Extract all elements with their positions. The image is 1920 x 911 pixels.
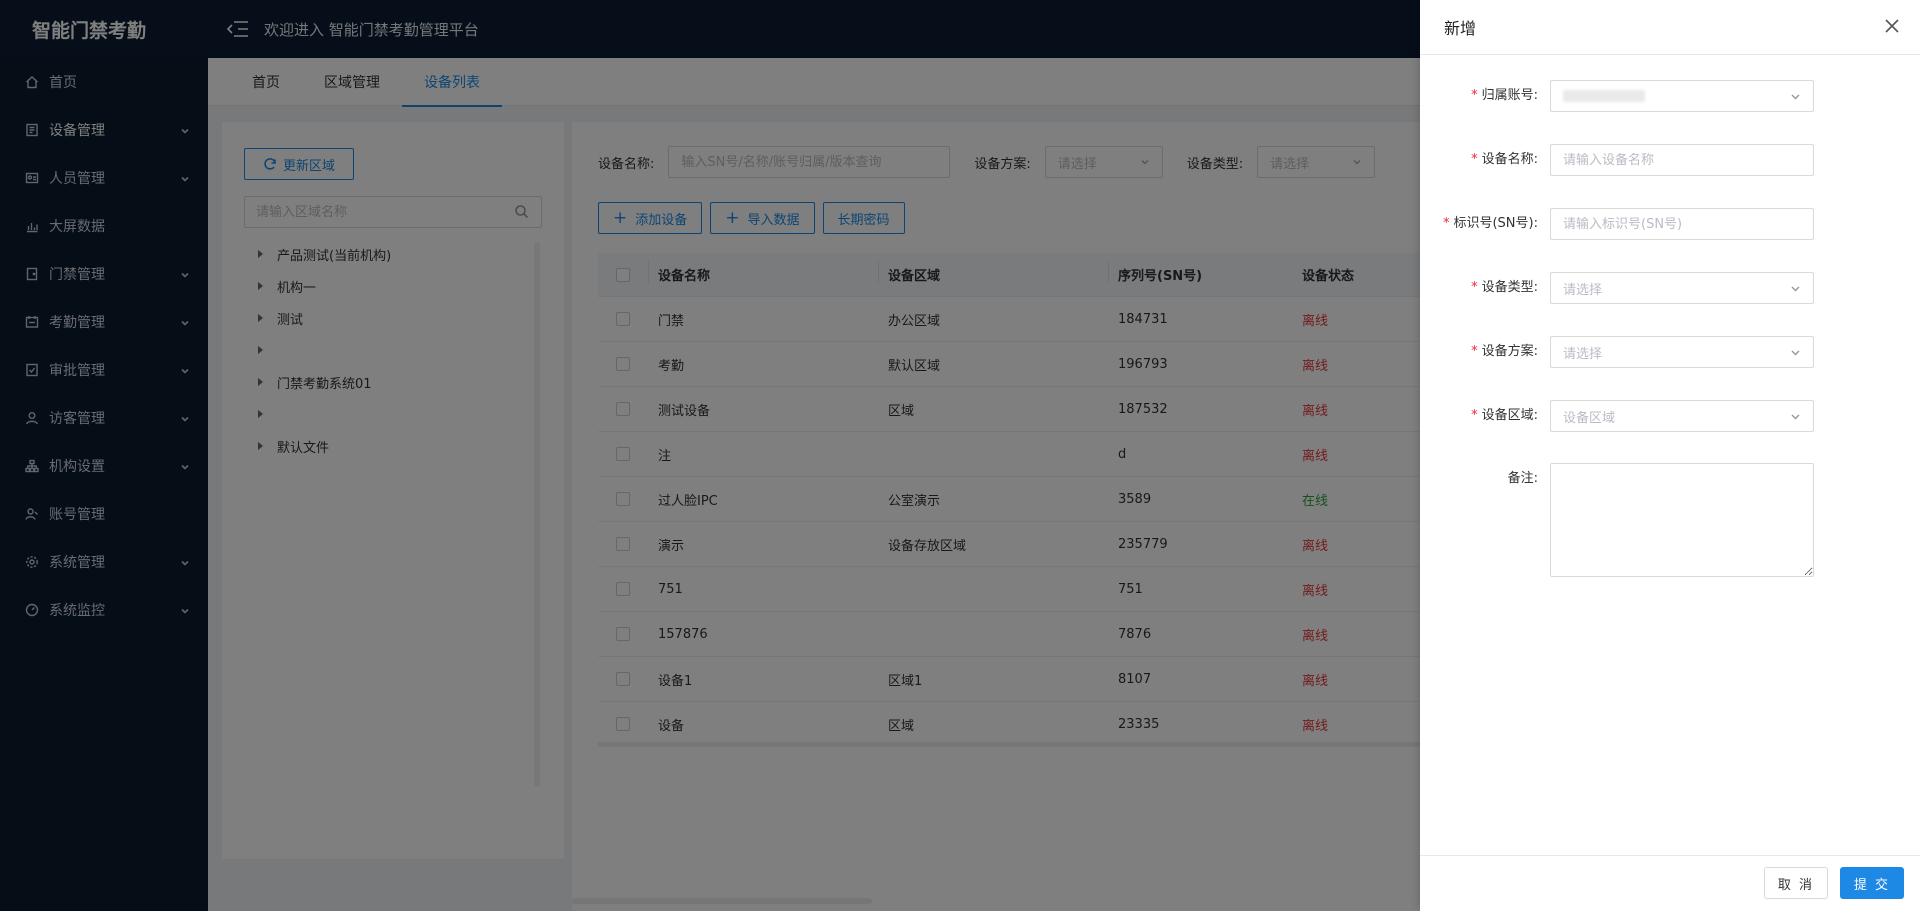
- submit-button[interactable]: 提 交: [1840, 867, 1904, 899]
- device-type-select[interactable]: 请选择: [1550, 272, 1814, 304]
- form-row-device-type: * 设备类型: 请选择: [1420, 272, 1920, 304]
- required-mark: *: [1471, 152, 1478, 167]
- drawer-header: 新增: [1420, 0, 1920, 55]
- sn-label-text: 标识号(SN号):: [1453, 216, 1538, 231]
- sn-label: * 标识号(SN号):: [1420, 208, 1550, 240]
- device-area-placeholder: 设备区域: [1563, 410, 1616, 426]
- required-mark: *: [1471, 408, 1478, 423]
- form-row-account: * 归属账号:: [1420, 80, 1920, 112]
- device-type-label: * 设备类型:: [1420, 272, 1550, 304]
- account-select[interactable]: [1550, 80, 1814, 112]
- device-name-field-wrap: [1550, 144, 1814, 176]
- chevron-down-icon: [1791, 349, 1800, 356]
- account-label-text: 归属账号:: [1481, 88, 1538, 103]
- chevron-down-icon: [1791, 285, 1800, 292]
- device-scheme-label-text: 设备方案:: [1481, 344, 1538, 359]
- required-mark: *: [1471, 88, 1478, 103]
- device-name-label-text: 设备名称:: [1481, 152, 1538, 167]
- account-label: * 归属账号:: [1420, 80, 1550, 112]
- chevron-down-icon: [1791, 93, 1800, 100]
- close-icon[interactable]: [1884, 18, 1902, 36]
- cancel-button[interactable]: 取 消: [1764, 867, 1828, 899]
- device-scheme-placeholder: 请选择: [1563, 346, 1603, 362]
- form-row-remark: 备注:: [1420, 463, 1920, 577]
- required-mark: *: [1442, 216, 1450, 231]
- sn-field-wrap: [1550, 208, 1814, 240]
- device-area-label: * 设备区域:: [1420, 400, 1550, 432]
- account-value-redacted: [1563, 90, 1645, 102]
- form-row-device-scheme: * 设备方案: 请选择: [1420, 336, 1920, 368]
- device-area-label-text: 设备区域:: [1481, 408, 1538, 423]
- drawer-footer: 取 消 提 交: [1420, 855, 1920, 911]
- device-area-select[interactable]: 设备区域: [1550, 400, 1814, 432]
- required-mark: *: [1471, 344, 1478, 359]
- device-name-field[interactable]: [1563, 152, 1801, 168]
- device-scheme-select[interactable]: 请选择: [1550, 336, 1814, 368]
- drawer-title: 新增: [1444, 19, 1477, 38]
- chevron-down-icon: [1791, 413, 1800, 420]
- device-type-placeholder: 请选择: [1563, 282, 1603, 298]
- remark-label: 备注:: [1507, 471, 1538, 486]
- device-scheme-label: * 设备方案:: [1420, 336, 1550, 368]
- form-row-device-area: * 设备区域: 设备区域: [1420, 400, 1920, 432]
- form-row-device-name: * 设备名称:: [1420, 144, 1920, 176]
- device-name-label: * 设备名称:: [1420, 144, 1550, 176]
- remark-textarea[interactable]: [1550, 463, 1814, 577]
- sn-field[interactable]: [1563, 216, 1801, 232]
- add-device-drawer: 新增 *归属账号: *设备名称: *标识号(SN号): *设备类型:: [1420, 0, 1920, 911]
- required-mark: *: [1471, 280, 1478, 295]
- drawer-mask[interactable]: [0, 0, 1420, 911]
- device-type-label-text: 设备类型:: [1481, 280, 1538, 295]
- form-row-sn: * 标识号(SN号):: [1420, 208, 1920, 240]
